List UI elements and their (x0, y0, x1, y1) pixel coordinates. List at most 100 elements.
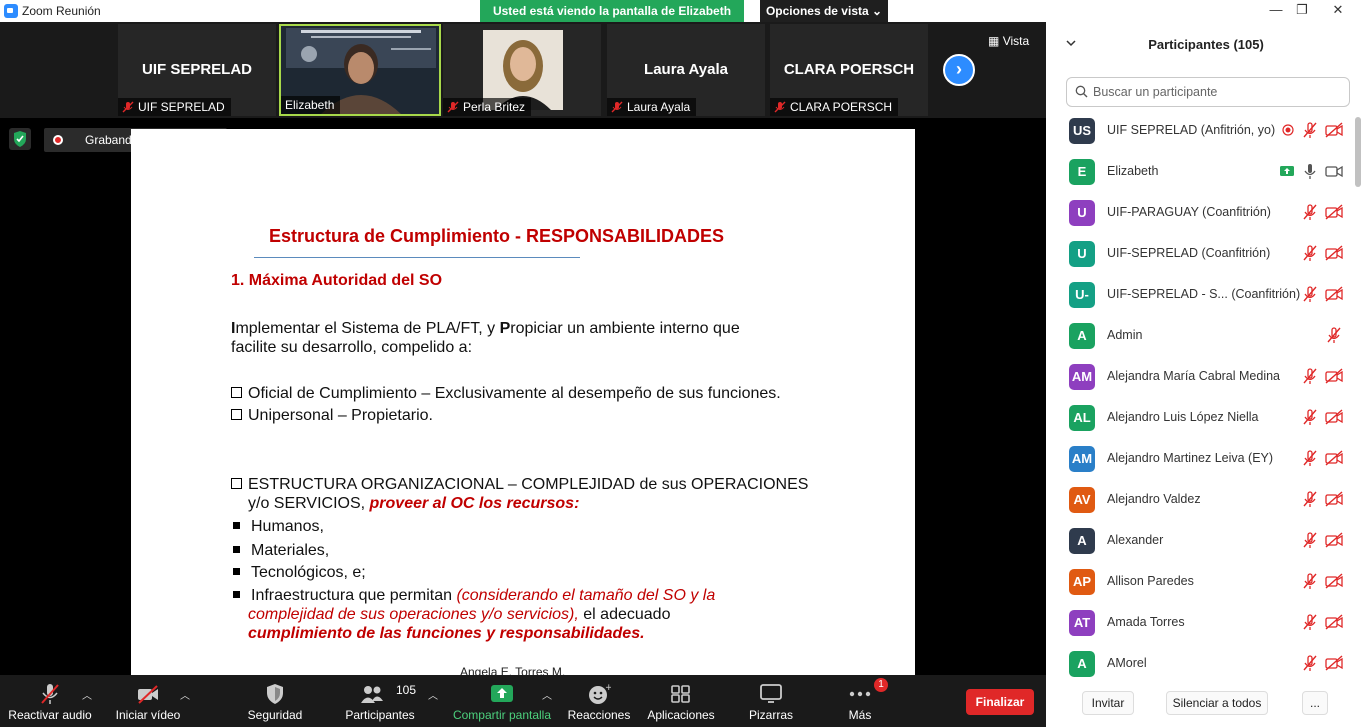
shared-screen-stage: Grabando... ❚❚ Estructura de Cumplimient… (0, 118, 1046, 675)
restore-icon[interactable]: ❐ (1284, 0, 1320, 20)
participant-name: UIF-SEPRELAD - S... (Coanfitrión) (1107, 287, 1301, 301)
camera-off-icon[interactable] (1325, 491, 1343, 507)
participants-button[interactable]: 105 Participantes (340, 675, 420, 727)
mic-muted-icon[interactable] (1301, 491, 1319, 507)
camera-off-icon[interactable] (1325, 655, 1343, 671)
audio-options-chevron-icon[interactable]: ︿ (82, 687, 92, 702)
participant-row[interactable]: U UIF-PARAGUAY (Coanfitrión) (1046, 192, 1354, 233)
panel-more-button[interactable]: ... (1302, 691, 1328, 715)
participant-avatar: U- (1069, 282, 1095, 308)
view-button[interactable]: ▦ Vista (988, 34, 1029, 48)
camera-off-icon[interactable] (1325, 122, 1343, 138)
video-tile-laura-ayala[interactable]: Laura Ayala Laura Ayala (607, 24, 765, 116)
participant-name: Alejandro Martinez Leiva (EY) (1107, 451, 1274, 465)
svg-text:+: + (605, 683, 611, 693)
more-dots-icon (849, 691, 871, 697)
camera-off-icon[interactable] (1325, 368, 1343, 384)
participant-list: US UIF SEPRELAD (Anfitrión, yo) E Elizabeth… (1046, 110, 1354, 680)
slide-bullet: Infraestructura que permitan (consideran… (231, 586, 715, 605)
participant-row[interactable]: E Elizabeth (1046, 151, 1354, 192)
checkbox-bullet-icon (231, 409, 242, 420)
more-badge: 1 (874, 678, 888, 692)
participant-name: Alejandra María Cabral Medina (1107, 369, 1281, 383)
camera-off-icon[interactable] (1325, 286, 1343, 302)
video-tile-perla-britez[interactable]: Perla Britez (443, 24, 601, 116)
mic-muted-icon[interactable] (1301, 614, 1319, 630)
participant-row[interactable]: U UIF-SEPRELAD (Coanfitrión) (1046, 233, 1354, 274)
people-icon (361, 686, 383, 703)
video-tile-uif-seprelad[interactable]: UIF SEPRELAD UIF SEPRELAD (118, 24, 276, 116)
share-options-chevron-icon[interactable]: ︿ (542, 687, 552, 702)
reactions-button[interactable]: + Reacciones (564, 675, 634, 727)
participant-row[interactable]: AM Alejandra María Cabral Medina (1046, 356, 1354, 397)
mic-muted-icon[interactable] (1301, 368, 1319, 384)
participant-row[interactable]: AT Amada Torres (1046, 602, 1354, 643)
participant-row[interactable]: US UIF SEPRELAD (Anfitrión, yo) (1046, 110, 1354, 151)
camera-off-icon[interactable] (1325, 573, 1343, 589)
square-bullet-icon (233, 546, 240, 553)
camera-off-icon[interactable] (1325, 204, 1343, 220)
participant-row[interactable]: AL Alejandro Luis López Niella (1046, 397, 1354, 438)
slide-checkbox-item: Unipersonal – Propietario. (231, 406, 433, 425)
security-button[interactable]: Seguridad (240, 675, 310, 727)
participant-row[interactable]: AP Allison Paredes (1046, 561, 1354, 602)
close-icon[interactable]: ✕ (1320, 0, 1356, 20)
mic-muted-icon[interactable] (1301, 245, 1319, 261)
camera-off-icon[interactable] (1325, 532, 1343, 548)
start-video-button[interactable]: Iniciar vídeo (110, 675, 186, 727)
invite-button[interactable]: Invitar (1082, 691, 1134, 715)
mic-muted-icon[interactable] (1301, 532, 1319, 548)
participants-panel-title: Participantes (105) (1148, 37, 1264, 52)
participant-row[interactable]: AM Alejandro Martinez Leiva (EY) (1046, 438, 1354, 479)
participants-options-chevron-icon[interactable]: ︿ (428, 687, 438, 702)
mic-muted-icon[interactable] (1325, 327, 1343, 343)
camera-icon[interactable] (1325, 163, 1343, 179)
mic-muted-icon (611, 101, 623, 113)
apps-button[interactable]: Aplicaciones (642, 675, 720, 727)
camera-off-icon[interactable] (1325, 409, 1343, 425)
participant-row[interactable]: A Admin (1046, 315, 1354, 356)
mic-muted-icon[interactable] (1301, 573, 1319, 589)
participant-row[interactable]: AV Alejandro Valdez (1046, 479, 1354, 520)
share-screen-button[interactable]: Compartir pantalla (448, 675, 556, 727)
camera-off-icon (138, 685, 158, 704)
square-bullet-icon (233, 522, 240, 529)
mic-muted-icon[interactable] (1301, 655, 1319, 671)
participant-list-scrollbar[interactable] (1354, 117, 1362, 672)
encryption-shield-icon[interactable] (9, 128, 31, 150)
mic-muted-icon[interactable] (1301, 286, 1319, 302)
video-options-chevron-icon[interactable]: ︿ (180, 687, 190, 702)
more-button[interactable]: 1 Más (836, 675, 888, 727)
mic-muted-icon[interactable] (1301, 409, 1319, 425)
mic-muted-icon[interactable] (1301, 450, 1319, 466)
mic-icon[interactable] (1301, 163, 1319, 179)
mic-muted-icon[interactable] (1301, 204, 1319, 220)
camera-off-icon[interactable] (1325, 450, 1343, 466)
participant-name: Allison Paredes (1107, 574, 1194, 588)
mute-all-button[interactable]: Silenciar a todos (1166, 691, 1268, 715)
mic-muted-icon[interactable] (1301, 122, 1319, 138)
participant-avatar: A (1069, 651, 1095, 677)
participant-row[interactable]: U- UIF-SEPRELAD - S... (Coanfitrión) (1046, 274, 1354, 315)
participant-name: Alejandro Valdez (1107, 492, 1201, 506)
video-tile-clara-poersch[interactable]: CLARA POERSCH CLARA POERSCH (770, 24, 928, 116)
view-options-button[interactable]: Opciones de vista ⌄ (760, 0, 888, 22)
slide-paragraph: Implementar el Sistema de PLA/FT, y Prop… (231, 320, 740, 337)
square-bullet-icon (233, 591, 240, 598)
participant-avatar: AP (1069, 569, 1095, 595)
whiteboards-button[interactable]: Pizarras (738, 675, 804, 727)
participant-row[interactable]: A AMorel (1046, 643, 1354, 680)
smiley-icon: + (589, 683, 611, 704)
participant-name: Admin (1107, 328, 1143, 342)
participant-avatar: AV (1069, 487, 1095, 513)
camera-off-icon[interactable] (1325, 614, 1343, 630)
window-title: Zoom Reunión (22, 4, 101, 18)
end-meeting-button[interactable]: Finalizar (966, 689, 1034, 715)
participant-avatar: E (1069, 159, 1095, 185)
next-page-arrow-icon[interactable]: › (943, 54, 975, 86)
video-tile-elizabeth[interactable]: Elizabeth (279, 24, 441, 116)
participant-row[interactable]: A Alexander (1046, 520, 1354, 561)
camera-off-icon[interactable] (1325, 245, 1343, 261)
slide-checkbox-item: Oficial de Cumplimiento – Exclusivamente… (231, 384, 781, 403)
participant-search-input[interactable]: Buscar un participante (1066, 77, 1350, 107)
